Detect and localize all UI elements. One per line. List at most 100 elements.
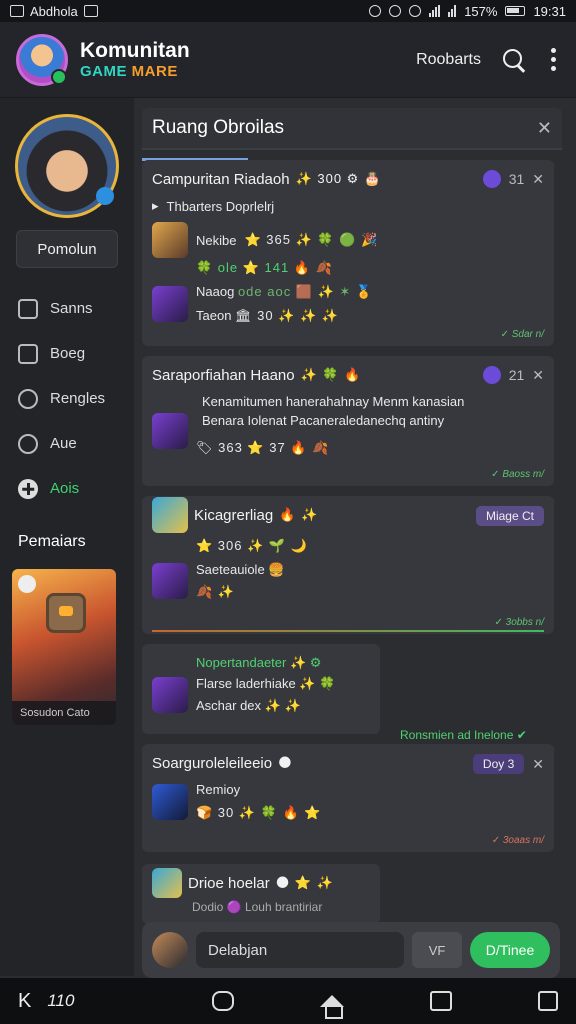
- close-icon[interactable]: ✕: [532, 171, 544, 188]
- message-emoji: 🍂 ✨: [196, 584, 235, 599]
- app-header: Komunitan GAME MARE Roobarts: [0, 22, 576, 98]
- search-icon[interactable]: [501, 47, 527, 73]
- sidebar-item-rengles[interactable]: Rengles: [12, 376, 122, 421]
- message-line: ▸ Thbarters Doprlelrj: [152, 198, 544, 214]
- nav-t-label[interactable]: 110: [47, 991, 74, 1011]
- message-card[interactable]: Kicagrerliag 🔥 ✨ Miage Ct ⭐ 306 ✨ 🌱 🌙 Sa…: [142, 496, 554, 634]
- message-line: 🍀 ole ⭐ 141 🔥 🍂: [152, 260, 544, 276]
- profile-button[interactable]: Pomolun: [16, 230, 118, 268]
- card-meta: Miage Ct: [475, 506, 544, 526]
- battery-icon: [505, 6, 526, 16]
- message-input[interactable]: Delabjan: [196, 932, 404, 968]
- close-icon[interactable]: ✕: [532, 367, 544, 384]
- tag-pill[interactable]: Doy 3: [472, 754, 525, 774]
- message-line: Remioy 🍞 30 ✨ 🍀 🔥 ⭐: [152, 782, 544, 821]
- sidebar-item-sanns[interactable]: Sanns: [12, 286, 122, 331]
- avatar[interactable]: [152, 932, 188, 968]
- nfc-icon: [409, 5, 422, 17]
- message-line: Nekibe ⭐ 365 ✨ 🍀 🟢 🎉: [152, 222, 544, 258]
- location-icon: [369, 5, 382, 17]
- card-title-emoji: 🔥 ✨: [279, 507, 319, 522]
- image-icon: [18, 298, 38, 319]
- message-text: Aschar dex ✨ ✨: [196, 698, 301, 713]
- avatar[interactable]: [152, 222, 188, 258]
- screenshot-icon[interactable]: [538, 991, 558, 1011]
- status-bar: Abdhola 157% 19:31: [0, 0, 576, 22]
- message-card[interactable]: Soarguroleleileeio 🌑 Doy 3 ✕ Remioy 🍞 30…: [142, 744, 554, 852]
- profile-avatar[interactable]: [15, 114, 119, 218]
- overview-icon[interactable]: [430, 991, 452, 1011]
- online-indicator: [51, 68, 67, 85]
- message-emoji: 🏷 363 ⭐ 37 🔥 🍂: [196, 440, 330, 455]
- chat-main: Ruang Obroilas ✕ Campuritan Riadaoh ✨ 30…: [142, 98, 562, 976]
- app-subtitle: GAME MARE: [80, 63, 190, 80]
- timestamp: ✓ Baoss m/: [491, 469, 544, 480]
- clock-icon: [18, 388, 38, 409]
- avatar[interactable]: [152, 677, 188, 713]
- card-title: Nopertandaeter ✨ ⚙: [152, 652, 370, 674]
- game-banner[interactable]: Sosudon Cato: [12, 569, 116, 725]
- bluetooth-icon: [389, 5, 402, 17]
- card-meta: 31 ✕: [482, 170, 544, 188]
- message-emoji: ⭐ 306 ✨ 🌱 🌙: [196, 538, 308, 553]
- app-icon: [10, 5, 24, 17]
- message-text: Dodio 🟣 Louh brantiriar: [192, 900, 323, 914]
- message-text: Thbarters Doprlelrj: [166, 198, 275, 214]
- avatar[interactable]: [152, 563, 188, 599]
- battery-percent: 157%: [464, 3, 498, 19]
- status-app-name: Abdhola: [30, 3, 78, 19]
- message-emoji: ⭐ 365 ✨ 🍀 🟢 🎉: [244, 232, 379, 247]
- attach-button[interactable]: VF: [412, 932, 462, 968]
- card-count: 21: [508, 367, 525, 383]
- card-title-text: Saraporfiahan Haano: [152, 366, 295, 384]
- nav-k-label[interactable]: K: [18, 990, 31, 1013]
- folder-icon: [18, 343, 38, 364]
- community-avatar[interactable]: [16, 33, 68, 86]
- sidebar-item-aue[interactable]: Aue: [12, 421, 122, 466]
- system-nav-bar: K 110: [0, 978, 576, 1024]
- robot-illustration: [46, 593, 86, 633]
- avatar[interactable]: [152, 286, 188, 322]
- avatar[interactable]: [152, 413, 188, 449]
- message-line: Dodio 🟣 Louh brantiriar: [152, 900, 370, 914]
- card-title: Drioe hoelar 🌑 ⭐ ✨: [152, 868, 370, 898]
- message-composer: Delabjan VF D/Tinee: [142, 922, 560, 978]
- home-icon[interactable]: [320, 995, 344, 1019]
- clock: 19:31: [533, 3, 566, 19]
- avatar[interactable]: [152, 868, 182, 898]
- card-title-text: Campuritan Riadaoh: [152, 170, 290, 188]
- message-line: Naaog ode aoc 🟫 ✨ ✶ 🏅 Taeon 🏛 30 ✨ ✨ ✨: [152, 284, 544, 324]
- card-title-emoji: ✨ 300 ⚙ 🎂: [295, 171, 382, 186]
- recents-icon[interactable]: [212, 991, 234, 1011]
- more-menu-icon[interactable]: [547, 48, 560, 71]
- verified-icon: [96, 187, 114, 205]
- message-card[interactable]: Nopertandaeter ✨ ⚙ Flarse laderhiake ✨ 🍀…: [142, 644, 380, 734]
- message-emoji: 🍀 ole ⭐ 141 🔥 🍂: [196, 260, 333, 275]
- message-emoji: 🍞 30 ✨ 🍀 🔥 ⭐: [196, 805, 322, 820]
- message-text: Flarse laderhiake ✨ 🍀: [196, 676, 336, 691]
- image-icon: [83, 5, 98, 17]
- subtitle-part-a: GAME: [80, 63, 127, 80]
- sidebar-item-aois[interactable]: Aois: [12, 466, 122, 511]
- message-text: Saeteauiole 🍔: [196, 562, 285, 577]
- sidebar-item-boeg[interactable]: Boeg: [12, 331, 122, 376]
- message-card[interactable]: Saraporfiahan Haano ✨ 🍀 🔥 21 ✕ Kenamitum…: [142, 356, 554, 486]
- section-title: Pemaiars: [18, 533, 86, 550]
- avatar[interactable]: [152, 783, 188, 820]
- bullet-icon: ▸: [152, 198, 159, 213]
- card-meta: 21 ✕: [482, 366, 544, 384]
- close-icon[interactable]: ✕: [537, 118, 552, 139]
- close-icon[interactable]: ✕: [532, 756, 544, 773]
- send-button[interactable]: D/Tinee: [470, 932, 550, 968]
- tag-pill[interactable]: Miage Ct: [475, 506, 544, 526]
- header-link[interactable]: Roobarts: [416, 51, 481, 69]
- message-line: Flarse laderhiake ✨ 🍀 Aschar dex ✨ ✨: [152, 676, 370, 714]
- avatar[interactable]: [152, 497, 188, 533]
- sidebar-item-label: Sanns: [50, 300, 93, 317]
- card-title-emoji: ✨ 🍀 🔥: [300, 367, 362, 382]
- banner-caption: Sosudon Cato: [12, 701, 116, 725]
- message-card[interactable]: Drioe hoelar 🌑 ⭐ ✨ Dodio 🟣 Louh brantiri…: [142, 864, 380, 924]
- message-text: Nekibe: [196, 232, 237, 248]
- message-line: ⭐ 306 ✨ 🌱 🌙: [152, 538, 544, 554]
- message-card[interactable]: Campuritan Riadaoh ✨ 300 ⚙ 🎂 31 ✕ ▸ Thba…: [142, 160, 554, 346]
